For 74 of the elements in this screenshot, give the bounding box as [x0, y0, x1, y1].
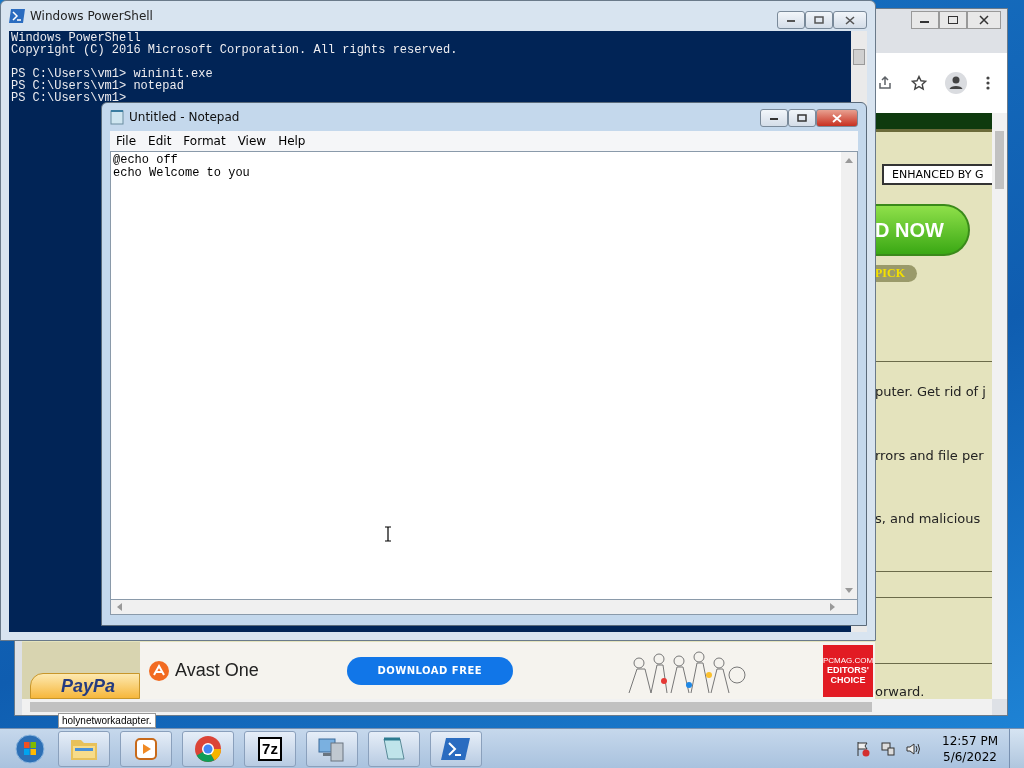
text-cursor-icon — [384, 526, 392, 542]
taskbar-app-button[interactable] — [430, 730, 482, 767]
taskbar-app-button[interactable] — [306, 730, 358, 767]
menu-item[interactable]: Format — [177, 134, 232, 148]
award-source: PCMAG.COM — [822, 656, 874, 665]
maximize-icon — [797, 114, 807, 122]
clock-date[interactable]: 5/6/2022 — [943, 748, 997, 765]
horizontal-scrollbar[interactable] — [22, 699, 992, 715]
menu-item[interactable]: File — [110, 134, 143, 148]
window-title: Windows PowerShell — [30, 9, 153, 23]
chrome-icon — [194, 734, 222, 763]
download-free-button[interactable]: DOWNLOAD FREE — [346, 656, 513, 685]
award-title: EDITORS' CHOICE — [826, 665, 870, 685]
media-player-icon — [133, 735, 159, 762]
scroll-down-icon[interactable] — [845, 588, 853, 593]
close-icon — [978, 15, 990, 25]
console-line: PS C:\Users\vm1> notepad — [11, 80, 185, 92]
archiver-app-button[interactable]: 7z — [244, 730, 296, 767]
share-icon[interactable] — [877, 75, 893, 91]
ad-brand-name: Avast One — [175, 660, 259, 681]
console-line: Copyright (C) 2016 Microsoft Corporation. All rights reserved. — [11, 44, 459, 56]
vertical-scrollbar[interactable] — [841, 152, 857, 599]
powershell-icon — [441, 735, 471, 762]
pick-badge: PICK — [875, 265, 917, 282]
menu-item[interactable]: Edit — [142, 134, 178, 148]
minimize-button[interactable] — [777, 11, 805, 29]
paragraph-text: s, and malicious — [875, 510, 982, 528]
search-field[interactable]: ENHANCED BY G — [882, 164, 992, 185]
paragraph-text: puter. Get rid of j — [875, 383, 987, 401]
minimize-icon — [769, 115, 779, 121]
notepad-icon — [110, 109, 124, 125]
console-line: PS C:\Users\vm1> — [11, 92, 128, 104]
show-desktop-button[interactable] — [1009, 729, 1024, 768]
profile-icon[interactable] — [945, 72, 967, 94]
avast-logo-icon — [148, 659, 170, 682]
console-line: Windows PowerShell — [11, 32, 142, 44]
maximize-icon — [814, 16, 824, 24]
bookmark-star-icon[interactable] — [911, 75, 927, 91]
action-center-flag-icon[interactable] — [855, 740, 871, 757]
paragraph-text: orward. — [875, 684, 926, 699]
scroll-left-icon[interactable] — [117, 603, 122, 611]
text-line: echo Welcome to you — [113, 167, 251, 180]
horizontal-scrollbar[interactable] — [110, 599, 858, 615]
vertical-scrollbar[interactable] — [992, 113, 1007, 699]
window-title: Untitled - Notepad — [129, 110, 240, 124]
close-button[interactable] — [816, 109, 858, 127]
minimize-icon — [786, 17, 796, 23]
close-icon — [845, 15, 855, 25]
taskbar-app-button[interactable] — [182, 730, 234, 767]
speaker-icon[interactable] — [905, 740, 921, 757]
download-item[interactable]: holynetworkadapter. — [58, 713, 156, 728]
clock-time[interactable]: 12:57 PM — [942, 732, 998, 749]
paypal-button[interactable]: PayPa — [30, 673, 140, 699]
taskbar-app-button[interactable] — [120, 730, 172, 767]
powershell-icon — [9, 9, 25, 23]
scroll-up-icon[interactable] — [845, 158, 853, 163]
menu-item[interactable]: Help — [272, 134, 312, 148]
close-icon — [832, 113, 842, 123]
maximize-button[interactable] — [939, 11, 967, 29]
network-icon[interactable] — [880, 740, 896, 757]
taskbar-app-button[interactable] — [58, 730, 110, 767]
maximize-button[interactable] — [788, 109, 816, 127]
scroll-right-icon[interactable] — [830, 603, 835, 611]
taskbar-app-button[interactable] — [368, 730, 420, 767]
minimize-button[interactable] — [911, 11, 939, 29]
text-line: @echo off — [113, 154, 179, 167]
close-button[interactable] — [833, 11, 867, 29]
close-button[interactable] — [967, 11, 1001, 29]
paragraph-text: rrors and file per — [875, 447, 985, 465]
minimize-button[interactable] — [760, 109, 788, 127]
menu-item[interactable]: View — [231, 134, 273, 148]
console-line: PS C:\Users\vm1> wininit.exe — [11, 68, 214, 80]
menu-icon[interactable] — [985, 75, 991, 91]
maximize-icon — [947, 15, 959, 25]
